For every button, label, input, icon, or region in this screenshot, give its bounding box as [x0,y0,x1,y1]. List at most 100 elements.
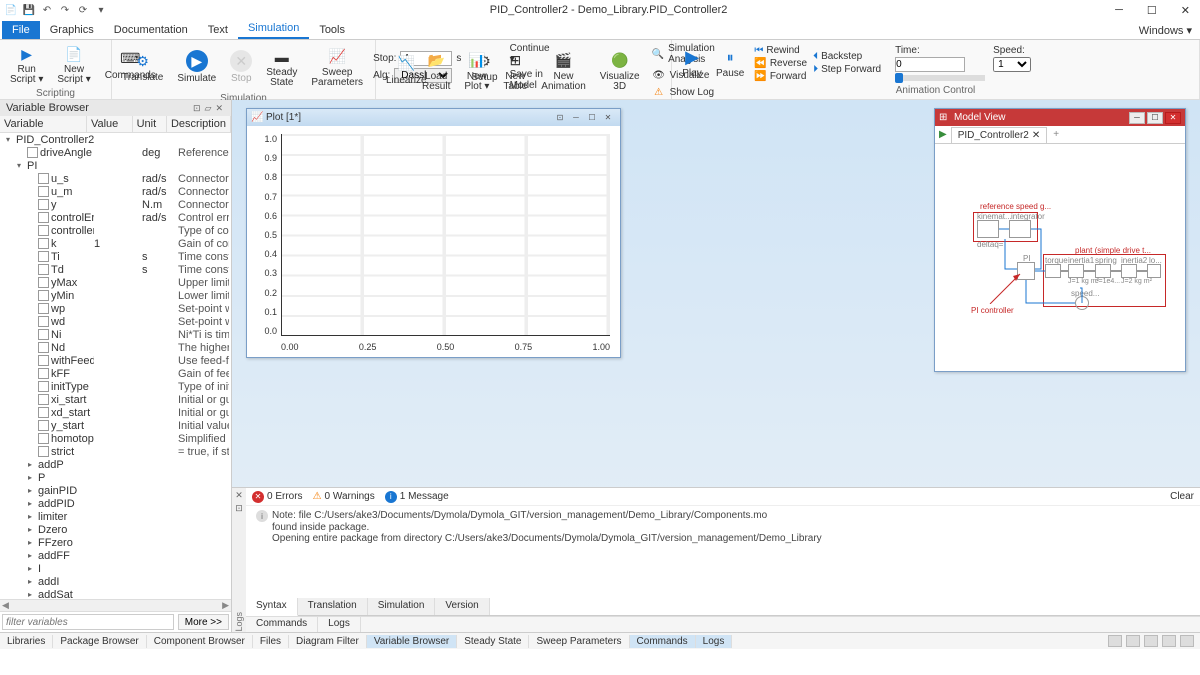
var-row[interactable]: ▸addFF [0,549,231,562]
backstep-icon[interactable]: ⏴ [813,51,818,62]
var-row[interactable]: NiNi*Ti is tim [0,328,231,341]
logtab-simulation[interactable]: Simulation [368,598,436,615]
var-row[interactable]: xd_startInitial or gu [0,406,231,419]
new-script-button[interactable]: 📄New Script ▾ [53,42,94,87]
var-row[interactable]: ▸gainPID [0,484,231,497]
var-row[interactable]: withFeedForwardUse feed-fo [0,354,231,367]
add-tab-icon[interactable]: + [1053,129,1059,140]
model-canvas[interactable]: reference speed g... kinemat... integrat… [935,144,1185,370]
tab-close-icon[interactable]: ✕ [1032,130,1040,141]
more-button[interactable]: More >> [178,614,229,630]
var-row[interactable]: TdsTime const [0,263,231,276]
plot-min-icon[interactable]: ─ [568,113,584,122]
status-tab[interactable]: Package Browser [53,635,146,648]
new-icon[interactable]: 📄 [4,3,18,17]
status-tab[interactable]: Component Browser [147,635,253,648]
logtab-syntax[interactable]: Syntax [246,598,298,616]
time-input[interactable] [895,57,965,72]
panel-pin-icon[interactable]: ⊡ [191,103,203,114]
stop-button[interactable]: ✕Stop [226,48,256,86]
var-row[interactable]: yMaxUpper limit [0,276,231,289]
var-row[interactable]: ▾PID_Controller2 [0,133,231,146]
var-row[interactable]: kFFGain of feed [0,367,231,380]
play-small-icon[interactable]: ▶ [939,129,947,140]
var-row[interactable]: u_srad/sConnector [0,172,231,185]
visualize-3d-button[interactable]: 🟢Visualize 3D [596,49,644,94]
status-tab[interactable]: Variable Browser [367,635,457,648]
var-row[interactable]: controlErrorrad/sControl err [0,211,231,224]
windows-menu[interactable]: Windows ▾ [1131,22,1200,39]
rewind-icon[interactable]: ⏮ [754,45,763,56]
status-tab[interactable]: Files [253,635,289,648]
var-row[interactable]: NdThe higher [0,341,231,354]
status-icon[interactable] [1144,635,1158,647]
plot-window[interactable]: 📈 Plot [1*] ⊡ ─ ☐ ✕ 1.00.90.80.70.60.50.… [246,108,621,358]
tab-graphics[interactable]: Graphics [40,21,104,39]
var-row[interactable]: initTypeType of init [0,380,231,393]
var-row[interactable]: ▸addP [0,458,231,471]
panel-close-icon[interactable]: ✕ [213,103,225,114]
var-row[interactable]: controllerTypeType of con [0,224,231,237]
minimize-button[interactable]: ─ [1109,2,1129,19]
simulate-button[interactable]: ▶Simulate [173,48,220,86]
status-tab[interactable]: Commands [630,635,696,648]
status-icon[interactable] [1108,635,1122,647]
var-row[interactable]: k1Gain of con [0,237,231,250]
var-row[interactable]: ▸I [0,562,231,575]
undo-icon[interactable]: ↶ [40,3,54,17]
steady-state-button[interactable]: ▬Steady State [262,45,301,90]
status-tab[interactable]: Diagram Filter [289,635,367,648]
status-tab[interactable]: Steady State [457,635,529,648]
tab-tools[interactable]: Tools [309,21,355,39]
var-row[interactable]: ▸addPID [0,497,231,510]
log-pin-icon[interactable]: ⊡ [235,503,243,514]
var-row[interactable]: u_mrad/sConnector [0,185,231,198]
var-row[interactable]: ▸P [0,471,231,484]
var-row[interactable]: wdSet-point w [0,315,231,328]
var-row[interactable]: ▾PI [0,159,231,172]
tab-text[interactable]: Text [198,21,238,39]
maximize-button[interactable]: ☐ [1141,2,1163,19]
dropdown-icon[interactable]: ▾ [94,3,108,17]
warnings-badge[interactable]: ⚠0 Warnings [313,491,375,502]
status-icon[interactable] [1162,635,1176,647]
var-row[interactable]: yMinLower limit [0,289,231,302]
var-row[interactable]: wpSet-point w [0,302,231,315]
plot-close-icon[interactable]: ✕ [600,113,616,122]
var-row[interactable]: TisTime const [0,250,231,263]
status-tab[interactable]: Libraries [0,635,53,648]
model-view-window[interactable]: ⊞ Model View ─ ☐ ✕ ▶ PID_Controller2✕ + … [934,108,1186,372]
var-row[interactable]: xi_startInitial or gu [0,393,231,406]
save-icon[interactable]: 💾 [22,3,36,17]
var-row[interactable]: ▸addSat [0,588,231,599]
mv-min-icon[interactable]: ─ [1129,112,1145,124]
log-close-icon[interactable]: ✕ [235,490,243,501]
load-result-button[interactable]: 📂Load Result [418,49,454,94]
status-icon[interactable] [1126,635,1140,647]
variable-tree[interactable]: ▾PID_Controller2driveAngledegReference d… [0,133,231,599]
var-row[interactable]: driveAngledegReference d [0,146,231,159]
var-row[interactable]: ▸FFzero [0,536,231,549]
sweep-params-button[interactable]: 📈Sweep Parameters [307,45,367,90]
status-icon[interactable] [1180,635,1194,647]
clear-button[interactable]: Clear [1170,491,1194,502]
var-row[interactable]: y_startInitial value [0,419,231,432]
new-table-button[interactable]: ⊞New Table [499,49,531,94]
messages-badge[interactable]: i1 Message [385,491,449,503]
status-tab[interactable]: Logs [696,635,733,648]
reverse-icon[interactable]: ⏪ [754,58,766,69]
refresh-icon[interactable]: ⟳ [76,3,90,17]
tab-simulation[interactable]: Simulation [238,19,309,39]
stepfwd-icon[interactable]: ⏵ [813,64,818,75]
tab-documentation[interactable]: Documentation [104,21,198,39]
var-row[interactable]: homotopyTypeSimplified r [0,432,231,445]
logtab-translation[interactable]: Translation [298,598,368,615]
subtab-commands[interactable]: Commands [246,617,318,632]
plot-max-icon[interactable]: ☐ [584,113,600,122]
redo-icon[interactable]: ↷ [58,3,72,17]
panel-dock-icon[interactable]: ▱ [203,103,214,114]
speed-select[interactable]: 1 [993,57,1031,72]
var-row[interactable]: strict= true, if str [0,445,231,458]
translate-button[interactable]: ⚙Translate [118,49,167,85]
new-plot-button[interactable]: 📊New Plot ▾ [460,49,493,94]
